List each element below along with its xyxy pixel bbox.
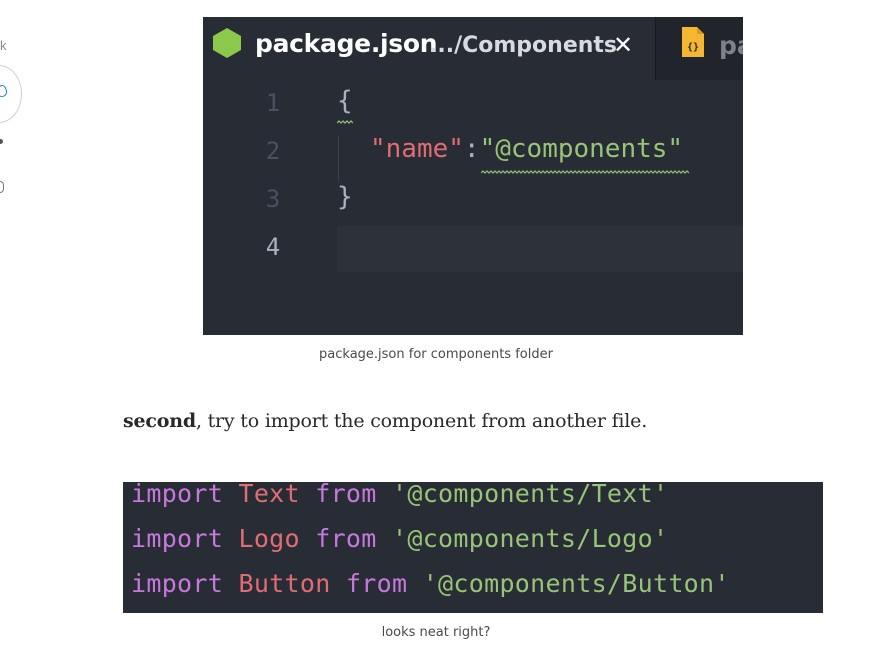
- import-keyword: import: [131, 569, 224, 598]
- left-action-rail: k: [0, 0, 24, 200]
- import-name: Logo: [238, 524, 300, 553]
- code-close-brace: }: [337, 182, 353, 212]
- code-name-line: "name":"@components": [370, 134, 683, 164]
- line-number: 2: [265, 137, 281, 165]
- line-number: 4: [265, 233, 281, 261]
- tab-close-icon[interactable]: ✕: [613, 31, 633, 59]
- imports-screenshot: import Text from '@components/Text' impo…: [123, 482, 823, 613]
- import-name: Button: [238, 569, 331, 598]
- from-keyword: from: [315, 482, 377, 508]
- bookmark-icon[interactable]: [0, 181, 4, 193]
- from-keyword: from: [345, 569, 408, 598]
- open-brace-token: {: [337, 86, 353, 116]
- lint-squiggle: [481, 170, 689, 174]
- svg-text:{}: {}: [687, 42, 699, 53]
- tab-path: .../Components: [429, 33, 618, 58]
- figure-caption: package.json for components folder: [319, 347, 553, 362]
- import-path: '@components/Logo': [392, 524, 669, 553]
- code-area: 1 2 3 4 { "name":"@components" }: [203, 80, 743, 335]
- nodejs-hexagon-icon: [213, 28, 241, 58]
- paragraph-text: , try to import the component from anoth…: [195, 410, 648, 432]
- second-tab-title[interactable]: pa: [719, 31, 743, 60]
- json-key: "name": [370, 134, 464, 164]
- import-keyword: import: [131, 524, 224, 553]
- close-brace-token: }: [337, 182, 353, 212]
- import-line: import Button from '@components/Button': [131, 569, 730, 598]
- import-name: Text: [238, 482, 300, 508]
- import-path: '@components/Button': [422, 569, 730, 598]
- comment-icon[interactable]: [0, 139, 3, 144]
- line-number: 3: [265, 185, 281, 213]
- lint-squiggle: [337, 120, 353, 124]
- tab-package-json[interactable]: package.json .../Components ✕: [203, 17, 656, 80]
- clap-icon: [0, 85, 7, 97]
- rail-x-glyph: k: [0, 38, 7, 53]
- figure-caption: looks neat right?: [381, 625, 491, 640]
- import-line: import Logo from '@components/Logo': [131, 524, 668, 553]
- indent-guide: [338, 136, 339, 182]
- import-keyword: import: [131, 482, 224, 508]
- import-path: '@components/Text': [392, 482, 669, 508]
- from-keyword: from: [315, 524, 377, 553]
- article-paragraph: second, try to import the component from…: [123, 410, 647, 432]
- json-file-icon: {}: [682, 27, 704, 57]
- paragraph-bold: second: [123, 410, 196, 432]
- code-open-brace: {: [337, 86, 353, 116]
- json-colon: :: [463, 134, 480, 164]
- tab-title: package.json: [255, 29, 438, 58]
- clap-button[interactable]: [0, 65, 22, 123]
- import-line: import Text from '@components/Text': [131, 482, 668, 508]
- editor-tab-bar: package.json .../Components ✕ {} pa: [203, 17, 743, 80]
- current-line-highlight: [337, 226, 743, 272]
- line-number: 1: [265, 89, 281, 117]
- json-value: "@components": [479, 134, 684, 164]
- editor-screenshot: package.json .../Components ✕ {} pa 1 2 …: [203, 17, 743, 335]
